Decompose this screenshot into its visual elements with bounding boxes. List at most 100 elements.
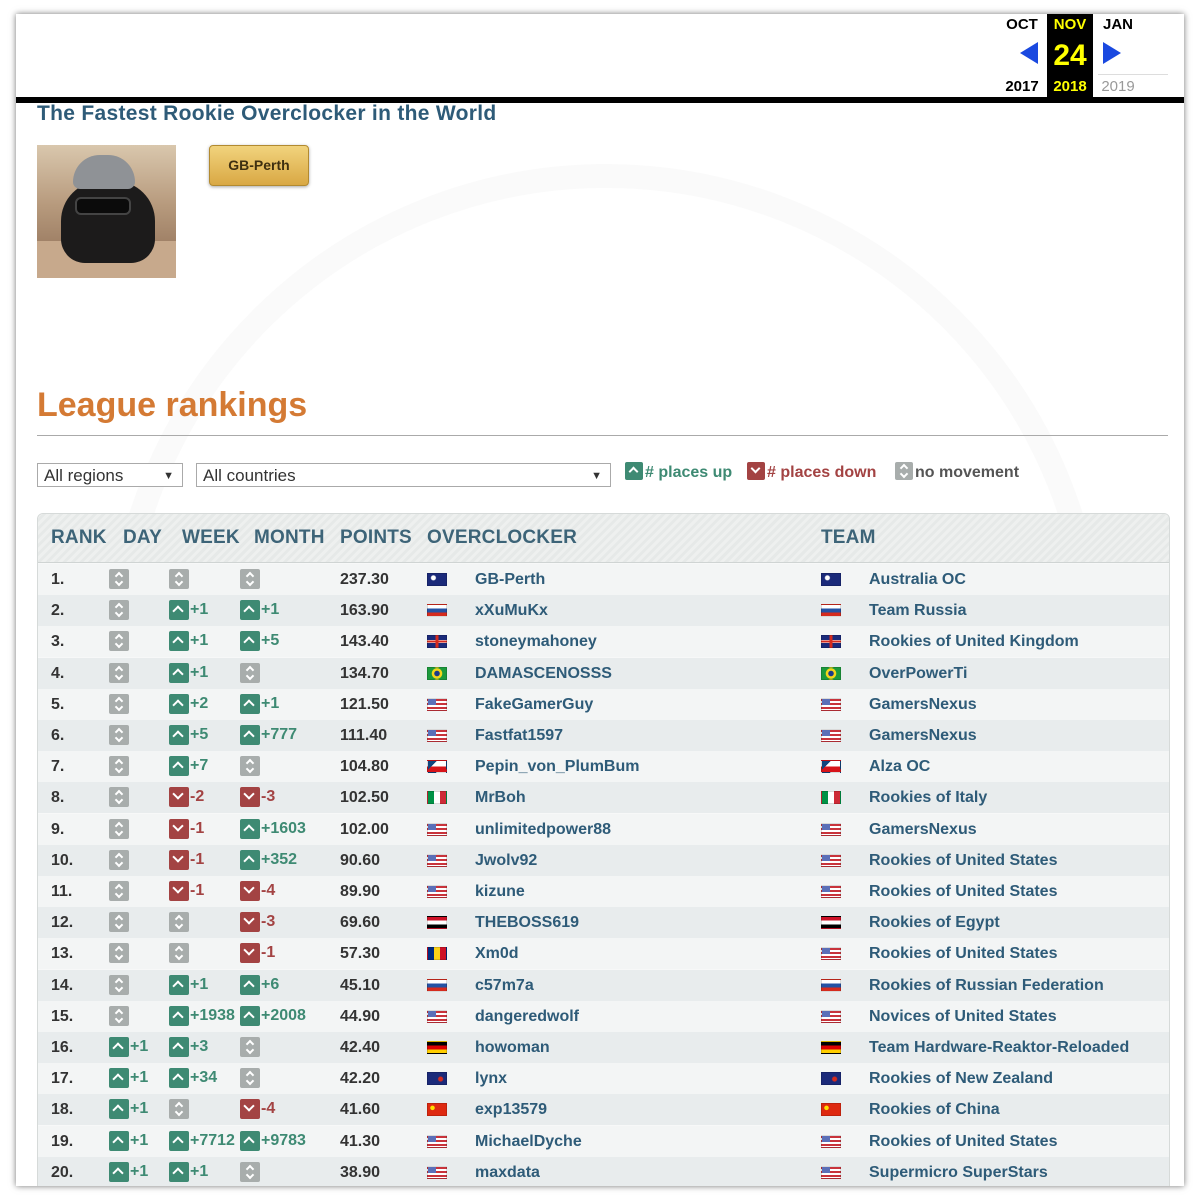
- arrow-down-icon: [240, 1099, 260, 1119]
- overclocker-link[interactable]: lynx: [475, 1070, 507, 1088]
- team-link[interactable]: GamersNexus: [869, 727, 977, 745]
- overclocker-link[interactable]: Fastfat1597: [475, 727, 563, 745]
- team-link[interactable]: Team Russia: [869, 602, 967, 620]
- rank-cell: 5.: [51, 696, 65, 713]
- team-link[interactable]: Rookies of Russian Federation: [869, 977, 1104, 995]
- overclocker-link[interactable]: howoman: [475, 1039, 550, 1057]
- wayback-prev-month: OCT: [1006, 16, 1038, 33]
- table-row: 7. +7 104.80 Pepin_von_PlumBum Alza OC: [38, 751, 1169, 782]
- points-cell: 237.30: [340, 571, 389, 588]
- team-link[interactable]: Alza OC: [869, 758, 930, 776]
- wayback-next-capture[interactable]: JAN 2019: [1095, 14, 1141, 98]
- arrow-up-icon: [240, 631, 260, 651]
- team-link[interactable]: Rookies of United States: [869, 852, 1057, 870]
- overclocker-link[interactable]: Jwolv92: [475, 852, 537, 870]
- overclocker-link[interactable]: DAMASCENOSSS: [475, 665, 612, 683]
- arrow-up-icon: [169, 756, 189, 776]
- team-flag-icon: [821, 1041, 841, 1054]
- team-link[interactable]: Rookies of New Zealand: [869, 1070, 1053, 1088]
- no-movement-icon: [169, 1099, 189, 1119]
- overclocker-link[interactable]: dangeredwolf: [475, 1008, 579, 1026]
- overclocker-link[interactable]: maxdata: [475, 1164, 540, 1182]
- week-movement: +1: [169, 600, 208, 620]
- overclocker-link[interactable]: MrBoh: [475, 789, 526, 807]
- month-movement-value: -4: [261, 882, 276, 899]
- overclocker-link[interactable]: Pepin_von_PlumBum: [475, 758, 639, 776]
- points-cell: 41.60: [340, 1101, 381, 1118]
- team-flag-icon: [821, 854, 841, 867]
- table-row: 2. +1 +1 163.90 xXuMuKx Team Russia: [38, 595, 1169, 626]
- no-movement-icon: [109, 663, 129, 683]
- country-select[interactable]: All countries ▼: [196, 463, 611, 487]
- week-movement: +1: [169, 663, 208, 683]
- wayback-prev-year[interactable]: 2017: [999, 76, 1045, 98]
- team-link[interactable]: GamersNexus: [869, 696, 977, 714]
- month-movement: +6: [240, 975, 279, 995]
- overclocker-link[interactable]: THEBOSS619: [475, 914, 579, 932]
- country-flag-icon: [427, 1103, 447, 1116]
- dropdown-caret-icon: ▼: [163, 470, 174, 482]
- points-cell: 44.90: [340, 1008, 381, 1025]
- country-flag-icon: [427, 791, 447, 804]
- table-row: 10. -1 +352 90.60 Jwolv92 Rookies of United S…: [38, 845, 1169, 876]
- overclocker-link[interactable]: unlimitedpower88: [475, 821, 611, 839]
- table-row: 13. -1 57.30 Xm0d Rookies of United States: [38, 938, 1169, 969]
- overclocker-link[interactable]: stoneymahoney: [475, 633, 597, 651]
- month-movement: [240, 663, 260, 683]
- team-link[interactable]: Rookies of United States: [869, 1133, 1057, 1151]
- overclocker-link[interactable]: Xm0d: [475, 945, 519, 963]
- team-link[interactable]: Rookies of United States: [869, 883, 1057, 901]
- wayback-prev-arrow-icon[interactable]: [1020, 42, 1038, 64]
- overclocker-link[interactable]: GB-Perth: [475, 571, 545, 589]
- arrow-down-icon: [240, 912, 260, 932]
- team-link[interactable]: Supermicro SuperStars: [869, 1164, 1048, 1182]
- team-flag-icon: [821, 698, 841, 711]
- dropdown-caret-icon: ▼: [591, 470, 602, 482]
- arrow-up-icon: [240, 600, 260, 620]
- team-link[interactable]: Rookies of United Kingdom: [869, 633, 1079, 651]
- country-flag-icon: [427, 1166, 447, 1179]
- day-movement: [109, 787, 129, 807]
- team-link[interactable]: Rookies of United States: [869, 945, 1057, 963]
- arrow-up-icon: [109, 1037, 129, 1057]
- league-rankings-title: League rankings: [37, 386, 308, 424]
- team-link[interactable]: Rookies of Italy: [869, 789, 987, 807]
- overclocker-link[interactable]: FakeGamerGuy: [475, 696, 593, 714]
- overclocker-link[interactable]: c57m7a: [475, 977, 534, 995]
- team-link[interactable]: Rookies of China: [869, 1101, 1000, 1119]
- team-link[interactable]: Australia OC: [869, 571, 966, 589]
- team-link[interactable]: Novices of United States: [869, 1008, 1057, 1026]
- overclocker-link[interactable]: MichaelDyche: [475, 1133, 582, 1151]
- wayback-current-month: NOV: [1053, 16, 1087, 33]
- arrow-up-icon: [240, 725, 260, 745]
- month-movement-value: -3: [261, 913, 276, 930]
- table-row: 3. +1 +5 143.40 stoneymahoney Rookies of Unit…: [38, 626, 1169, 657]
- legend-no-movement: no movement: [895, 462, 1019, 482]
- rank-cell: 4.: [51, 665, 65, 682]
- week-movement: +7: [169, 756, 208, 776]
- team-link[interactable]: GamersNexus: [869, 821, 977, 839]
- table-row: 6. +5 +777 111.40 Fastfat1597 GamersNexus: [38, 720, 1169, 751]
- team-link[interactable]: OverPowerTi: [869, 665, 967, 683]
- overclocker-link[interactable]: kizune: [475, 883, 525, 901]
- overclocker-link[interactable]: exp13579: [475, 1101, 547, 1119]
- team-link[interactable]: Rookies of Egypt: [869, 914, 1000, 932]
- rank-cell: 16.: [51, 1039, 74, 1056]
- arrow-down-icon: [747, 462, 765, 480]
- rank-cell: 7.: [51, 758, 65, 775]
- wayback-next-year[interactable]: 2019: [1095, 76, 1141, 98]
- section-divider: [37, 435, 1168, 436]
- day-movement: [109, 975, 129, 995]
- table-row: 4. +1 134.70 DAMASCENOSSS OverPowerTi: [38, 658, 1169, 689]
- team-link[interactable]: Team Hardware-Reaktor-Reloaded: [869, 1039, 1129, 1057]
- team-badge-button[interactable]: GB-Perth: [209, 145, 309, 186]
- table-row: 9. -1 +1603 102.00 unlimitedpower88 GamersNex…: [38, 814, 1169, 845]
- column-header-day: DAY: [123, 527, 162, 548]
- arrow-up-icon: [169, 1006, 189, 1026]
- no-movement-icon: [895, 462, 913, 480]
- week-movement-value: -1: [190, 820, 205, 837]
- day-movement: [109, 881, 129, 901]
- overclocker-link[interactable]: xXuMuKx: [475, 602, 548, 620]
- region-select[interactable]: All regions ▼: [37, 463, 183, 487]
- table-row: 19. +1 +7712 +9783 41.30 MichaelDyche Rookies …: [38, 1126, 1169, 1157]
